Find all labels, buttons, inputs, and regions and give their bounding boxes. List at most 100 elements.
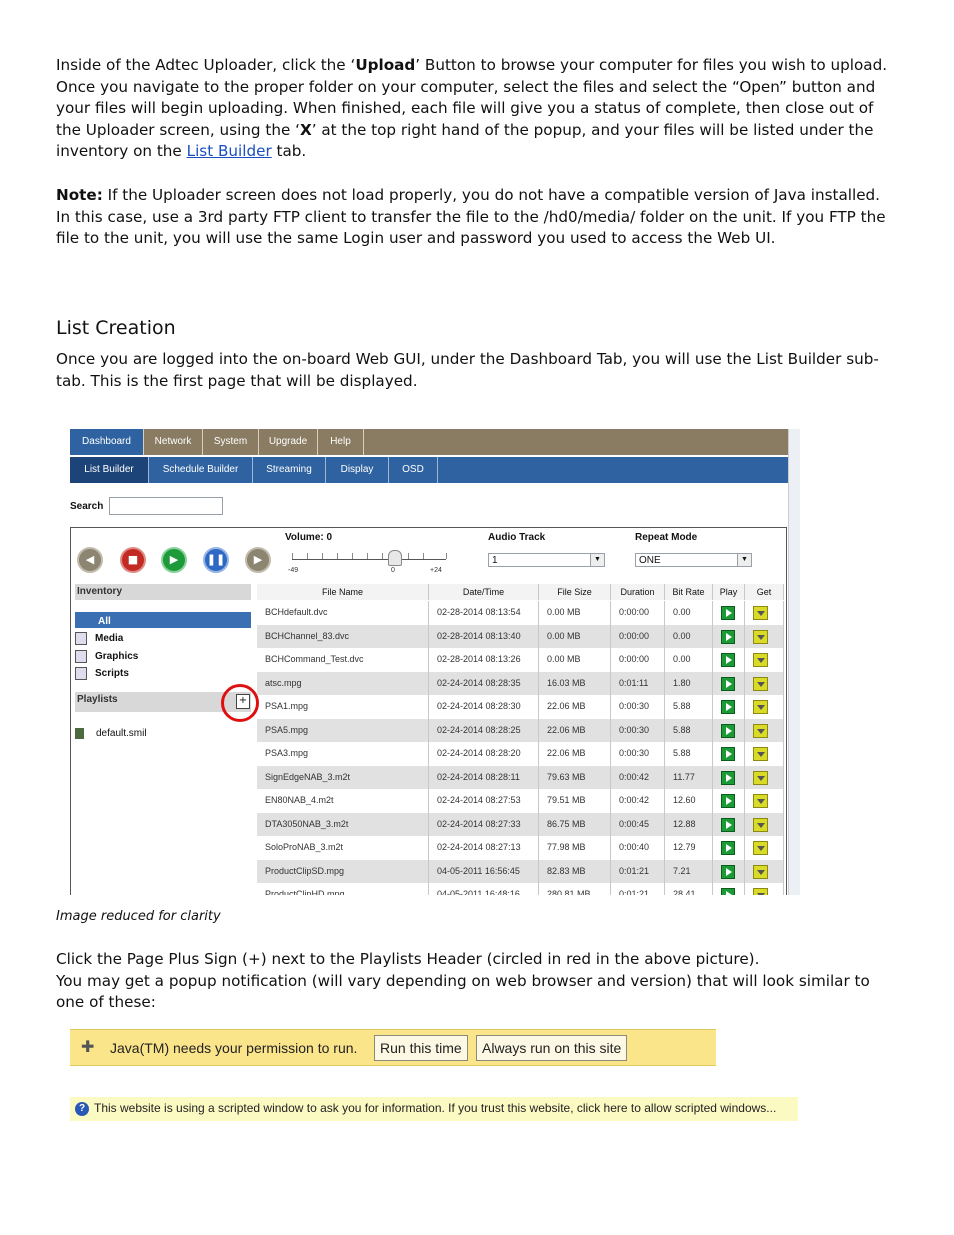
next-button[interactable]: ▶ xyxy=(245,547,271,573)
table-row[interactable]: BCHdefault.dvc 02-28-2014 08:13:54 0.00 MB… xyxy=(257,601,784,625)
get-cell xyxy=(745,742,784,766)
play-file-button[interactable] xyxy=(721,653,735,667)
table-cell: PSA5.mpg xyxy=(257,718,429,742)
java-permission-bar: ✚ Java(TM) needs your permission to run.… xyxy=(70,1029,716,1066)
table-row[interactable]: SoloProNAB_3.m2t 02-24-2014 08:27:13 77.98… xyxy=(257,836,784,860)
repeat-mode-value: ONE xyxy=(639,555,661,566)
stop-button[interactable]: ■ xyxy=(120,547,146,573)
table-row[interactable]: EN80NAB_4.m2t 02-24-2014 08:27:53 79.51 MB… xyxy=(257,789,784,813)
column-header[interactable]: Bit Rate xyxy=(665,584,713,600)
media-icon xyxy=(75,632,87,645)
run-this-time-button[interactable]: Run this time xyxy=(374,1035,468,1061)
note-label: Note: xyxy=(56,186,103,204)
download-file-button[interactable] xyxy=(753,723,768,738)
play-file-button[interactable] xyxy=(721,723,735,738)
download-file-button[interactable] xyxy=(753,817,768,832)
play-file-button[interactable] xyxy=(721,817,735,832)
subtab-list-builder[interactable]: List Builder xyxy=(70,457,149,483)
download-file-button[interactable] xyxy=(753,700,768,714)
table-row[interactable]: atsc.mpg 02-24-2014 08:28:35 16.03 MB 0:01:… xyxy=(257,671,784,695)
table-cell: 0.00 MB xyxy=(539,601,611,625)
table-cell: 0:01:21 xyxy=(611,859,665,883)
play-file-button[interactable] xyxy=(721,676,735,691)
download-file-button[interactable] xyxy=(753,864,768,879)
download-file-button[interactable] xyxy=(753,841,768,855)
table-cell: EN80NAB_4.m2t xyxy=(257,789,429,813)
column-header[interactable]: Date/Time xyxy=(429,584,539,600)
inventory-item-all[interactable]: All xyxy=(75,612,251,628)
column-header[interactable]: Get xyxy=(745,584,784,600)
pause-button[interactable]: ❚❚ xyxy=(203,547,229,573)
table-row[interactable]: PSA5.mpg 02-24-2014 08:28:25 22.06 MB 0:00:… xyxy=(257,718,784,742)
table-cell: SignEdgeNAB_3.m2t xyxy=(257,765,429,789)
tab-system[interactable]: System xyxy=(203,429,259,455)
subtab-osd[interactable]: OSD xyxy=(389,457,438,483)
volume-slider-knob[interactable] xyxy=(388,550,402,566)
table-row[interactable]: PSA1.mpg 02-24-2014 08:28:30 22.06 MB 0:00:… xyxy=(257,695,784,719)
play-file-button[interactable] xyxy=(721,770,735,785)
column-header[interactable]: File Size xyxy=(539,584,611,600)
tab-dashboard[interactable]: Dashboard xyxy=(70,429,144,455)
play-file-button[interactable] xyxy=(721,794,735,808)
table-row[interactable]: ProductClipHD.mpg 04-05-2011 16:48:16 280.… xyxy=(257,883,784,895)
download-file-button[interactable] xyxy=(753,676,768,691)
scrollbar[interactable] xyxy=(788,429,800,895)
download-file-button[interactable] xyxy=(753,770,768,785)
tab-help[interactable]: Help xyxy=(318,429,364,455)
table-cell: 79.63 MB xyxy=(539,765,611,789)
playlist-item[interactable]: default.smil xyxy=(75,728,147,739)
column-header[interactable]: Play xyxy=(713,584,745,600)
table-row[interactable]: BCHCommand_Test.dvc 02-28-2014 08:13:26 0.… xyxy=(257,648,784,672)
search-input[interactable] xyxy=(109,497,223,515)
subtab-display[interactable]: Display xyxy=(326,457,389,483)
play-button[interactable]: ▶ xyxy=(161,547,187,573)
play-cell xyxy=(713,836,745,860)
always-run-button[interactable]: Always run on this site xyxy=(476,1035,628,1061)
inventory-item-graphics[interactable]: Graphics xyxy=(75,650,138,663)
table-row[interactable]: PSA3.mpg 02-24-2014 08:28:20 22.06 MB 0:00:… xyxy=(257,742,784,766)
download-file-button[interactable] xyxy=(753,747,768,761)
table-row[interactable]: DTA3050NAB_3.m2t 02-24-2014 08:27:33 86.75… xyxy=(257,812,784,836)
download-file-button[interactable] xyxy=(753,794,768,808)
repeat-mode-select[interactable]: ONE ▼ xyxy=(635,553,752,567)
download-file-button[interactable] xyxy=(753,653,768,667)
tab-network[interactable]: Network xyxy=(144,429,203,455)
play-file-button[interactable] xyxy=(721,629,735,644)
play-cell xyxy=(713,789,745,813)
volume-tick xyxy=(352,553,353,559)
table-cell: PSA3.mpg xyxy=(257,742,429,766)
column-header[interactable]: File Name xyxy=(257,584,429,600)
download-file-button[interactable] xyxy=(753,888,768,895)
list-builder-link[interactable]: List Builder xyxy=(187,142,272,160)
tab-upgrade[interactable]: Upgrade xyxy=(259,429,318,455)
column-header[interactable]: Duration xyxy=(611,584,665,600)
table-cell: 0:01:11 xyxy=(611,671,665,695)
audio-track-value: 1 xyxy=(492,555,498,566)
table-cell: 0:00:45 xyxy=(611,812,665,836)
scripted-window-infobar[interactable]: ? This website is using a scripted windo… xyxy=(70,1097,798,1121)
download-file-button[interactable] xyxy=(753,629,768,644)
inventory-item-media[interactable]: Media xyxy=(75,632,123,645)
play-file-button[interactable] xyxy=(721,747,735,761)
table-row[interactable]: SignEdgeNAB_3.m2t 02-24-2014 08:28:11 79.6… xyxy=(257,765,784,789)
play-file-button[interactable] xyxy=(721,841,735,855)
play-file-button[interactable] xyxy=(721,864,735,879)
table-row[interactable]: ProductClipSD.mpg 04-05-2011 16:56:45 82.8… xyxy=(257,859,784,883)
table-cell: 11.77 xyxy=(665,765,713,789)
inventory-item-scripts[interactable]: Scripts xyxy=(75,667,129,680)
next-icon: ▶ xyxy=(253,553,263,566)
puzzle-piece-icon: ✚ xyxy=(81,1037,95,1056)
audio-track-select[interactable]: 1 ▼ xyxy=(488,553,605,567)
volume-slider-track[interactable] xyxy=(292,559,446,560)
play-file-button[interactable] xyxy=(721,700,735,714)
table-row[interactable]: BCHChannel_83.dvc 02-28-2014 08:13:40 0.00… xyxy=(257,624,784,648)
download-file-button[interactable] xyxy=(753,606,768,620)
table-cell: 5.88 xyxy=(665,695,713,719)
previous-button[interactable]: ◀ xyxy=(77,547,103,573)
play-file-button[interactable] xyxy=(721,606,735,620)
subtab-schedule-builder[interactable]: Schedule Builder xyxy=(149,457,253,483)
play-file-button[interactable] xyxy=(721,888,735,895)
top-nav: Dashboard Network System Upgrade Help xyxy=(70,429,788,455)
subtab-streaming[interactable]: Streaming xyxy=(253,457,326,483)
chevron-down-icon: ▼ xyxy=(737,554,751,566)
